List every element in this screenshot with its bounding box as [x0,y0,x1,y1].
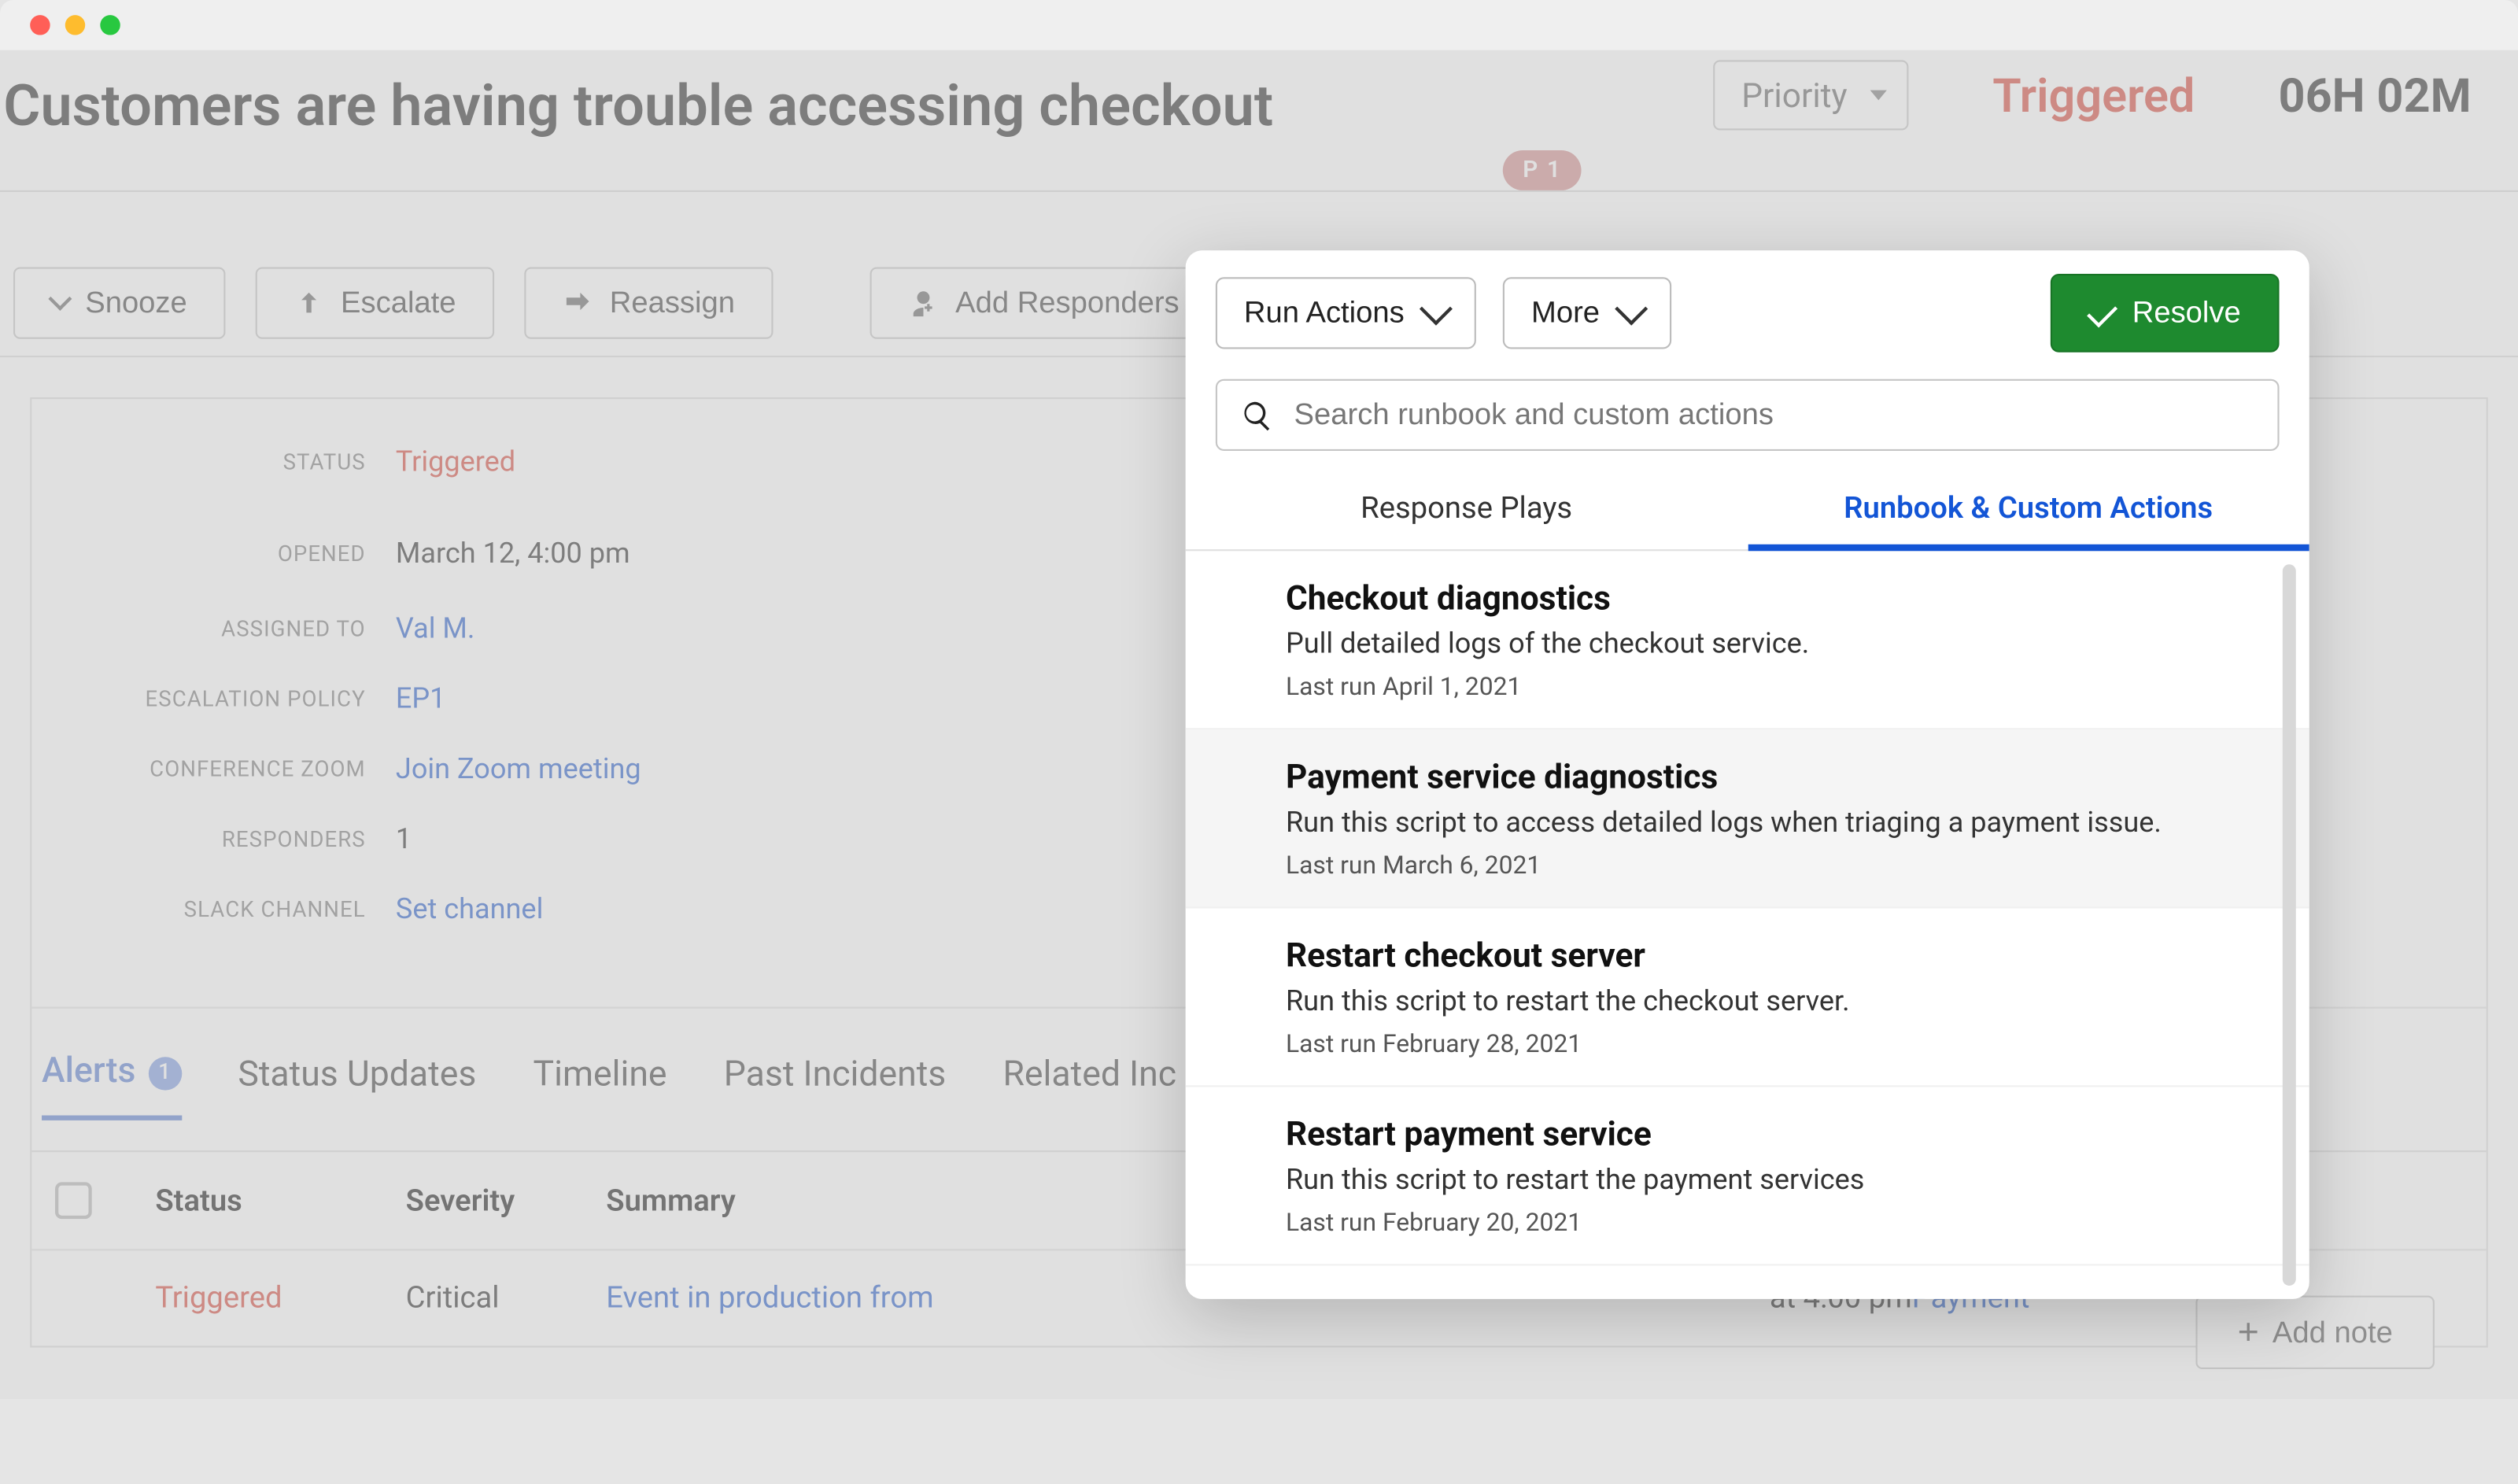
mac-titlebar [0,0,2518,50]
action-meta: Last run February 28, 2021 [1286,1028,2209,1058]
action-item[interactable]: Restart checkout server Run this script t… [1186,908,2309,1087]
run-actions-label: Run Actions [1244,296,1405,331]
actions-popover: Run Actions More Resolve Response Plays … [1186,250,2309,1299]
tab-runbook-actions[interactable]: Runbook & Custom Actions [1748,471,2309,549]
assigned-label: ASSIGNED TO [65,613,366,646]
tab-alerts[interactable]: Alerts 1 [42,1052,181,1120]
mac-min-icon[interactable] [65,15,85,35]
col-summary: Summary [606,1183,1274,1218]
mac-close-icon[interactable] [30,15,50,35]
resp-label: RESPONDERS [65,823,366,856]
scrollbar[interactable] [2283,564,2296,1286]
action-desc: Pull detailed logs of the checkout servi… [1286,628,2209,661]
search-box[interactable] [1216,379,2280,451]
tab-timeline[interactable]: Timeline [534,1054,667,1118]
incident-duration: 06H 02M [2278,68,2471,123]
action-title: Payment service diagnostics [1286,756,2209,796]
action-desc: Run this script to restart the payment s… [1286,1164,2209,1197]
opened-label: OPENED [65,537,366,576]
chevron-down-icon [1615,293,1648,326]
row-summary[interactable]: Event in production from [606,1281,1274,1316]
opened-value: March 12, 4:00 pm [396,537,1228,576]
action-item[interactable]: Restart payment service Run this script t… [1186,1087,2309,1265]
mac-max-icon[interactable] [100,15,120,35]
conf-value[interactable]: Join Zoom meeting [396,753,1228,786]
action-desc: Run this script to access detailed logs … [1286,807,2209,840]
action-title: Restart checkout server [1286,935,2209,975]
priority-badge: P 1 [1503,150,1582,190]
arrow-up-icon [294,288,324,318]
action-meta: Last run April 1, 2021 [1286,671,2209,701]
search-icon [1241,398,1274,431]
resp-value: 1 [396,823,1228,856]
check-icon [2087,296,2117,327]
action-desc: Run this script to restart the checkout … [1286,985,2209,1018]
col-severity: Severity [406,1183,607,1218]
user-plus-icon [909,288,939,318]
row-severity: Critical [406,1281,607,1316]
add-responders-button[interactable]: Add Responders [870,268,1218,339]
status-label: STATUS [65,446,366,501]
row-status: Triggered [155,1281,405,1316]
tab-related-incidents[interactable]: Related Inc [1002,1054,1176,1118]
chevron-down-icon [1420,293,1453,326]
select-all-checkbox[interactable] [55,1182,92,1219]
tab-alerts-label: Alerts [42,1052,135,1092]
ep-label: ESCALATION POLICY [65,683,366,716]
action-meta: Last run February 20, 2021 [1286,1207,2209,1237]
search-input[interactable] [1294,397,2254,433]
assigned-value[interactable]: Val M. [396,613,1228,646]
alerts-count-badge: 1 [148,1056,181,1089]
share-icon [563,288,593,318]
tab-past-incidents[interactable]: Past Incidents [724,1054,947,1118]
more-button[interactable]: More [1503,277,1671,349]
tab-status-updates[interactable]: Status Updates [238,1054,476,1118]
run-actions-button[interactable]: Run Actions [1216,277,1476,349]
escalate-label: Escalate [341,286,456,321]
status-value: Triggered [396,446,1228,501]
col-status: Status [155,1183,405,1218]
incident-header: Customers are having trouble accessing c… [0,50,2518,192]
slack-value[interactable]: Set channel [396,893,1228,926]
actions-list: Checkout diagnostics Pull detailed logs o… [1186,551,2309,1299]
priority-select[interactable]: Priority [1713,60,1909,130]
snooze-label: Snooze [85,286,187,321]
add-note-button[interactable]: + Add note [2196,1296,2435,1369]
action-item[interactable]: Checkout diagnostics Pull detailed logs o… [1186,551,2309,729]
plus-icon: + [2238,1314,2259,1351]
reassign-button[interactable]: Reassign [525,268,773,339]
slack-label: SLACK CHANNEL [65,893,366,926]
action-meta: Last run March 6, 2021 [1286,850,2209,880]
escalate-button[interactable]: Escalate [256,268,495,339]
more-label: More [1531,296,1600,331]
add-responders-label: Add Responders [955,286,1180,321]
action-title: Checkout diagnostics [1286,578,2209,618]
resolve-button[interactable]: Resolve [2051,274,2280,353]
reassign-label: Reassign [610,286,735,321]
chevron-down-icon [48,287,72,311]
incident-status: Triggered [1992,68,2195,123]
conf-label: CONFERENCE ZOOM [65,753,366,786]
ep-value[interactable]: EP1 [396,683,1228,716]
tab-response-plays[interactable]: Response Plays [1186,471,1748,549]
action-item[interactable]: Payment service diagnostics Run this scri… [1186,729,2309,908]
action-title: Restart payment service [1286,1113,2209,1154]
add-note-label: Add note [2272,1315,2393,1350]
snooze-button[interactable]: Snooze [13,268,226,339]
resolve-label: Resolve [2132,296,2241,331]
